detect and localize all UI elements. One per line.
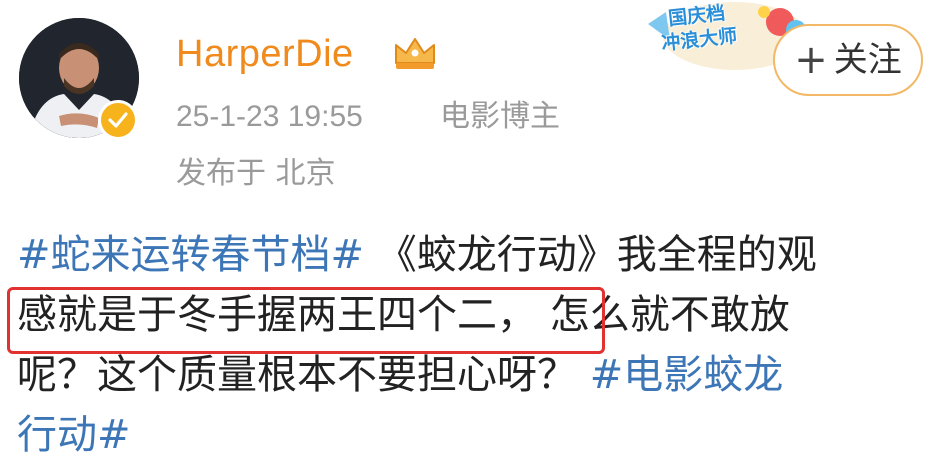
hashtag-link-continued[interactable]: 行动# [17, 412, 131, 458]
post-location: 发布于 北京 [176, 156, 336, 191]
post-line-2: 感就是于冬手握两王四个二， 怎么就不敢放 [17, 285, 790, 345]
post-line-1: #蛇来运转春节档# 《蛟龙行动》我全程的观 [17, 225, 817, 285]
post-line-3: 呢？这个质量根本不要担心呀？ #电影蛟龙 [17, 345, 783, 405]
crown-icon [395, 38, 435, 69]
event-badge-label: 国庆档 冲浪大师 [648, 0, 748, 57]
post-line-4: 行动# [17, 405, 131, 465]
hashtag-link[interactable]: #蛇来运转春节档# [17, 232, 364, 278]
hashtag-link[interactable]: #电影蛟龙 [590, 352, 784, 398]
plus-icon: + [794, 37, 828, 83]
post-timestamp: 25-1-23 19:55 [176, 100, 363, 133]
post-text: 《蛟龙行动》我全程的观 [376, 232, 817, 278]
username[interactable]: HarperDie [176, 26, 354, 82]
author-role: 电影博主 [440, 99, 560, 134]
follow-button[interactable]: + 关注 [773, 24, 923, 96]
post-text: 呢？这个质量根本不要担心呀？ [17, 352, 577, 398]
follow-button-label: 关注 [833, 40, 902, 80]
verified-badge-icon [98, 100, 138, 140]
post-text: 怎么就不敢放 [549, 292, 790, 338]
post-text-highlighted: 感就是于冬手握两王四个二， [17, 292, 537, 338]
